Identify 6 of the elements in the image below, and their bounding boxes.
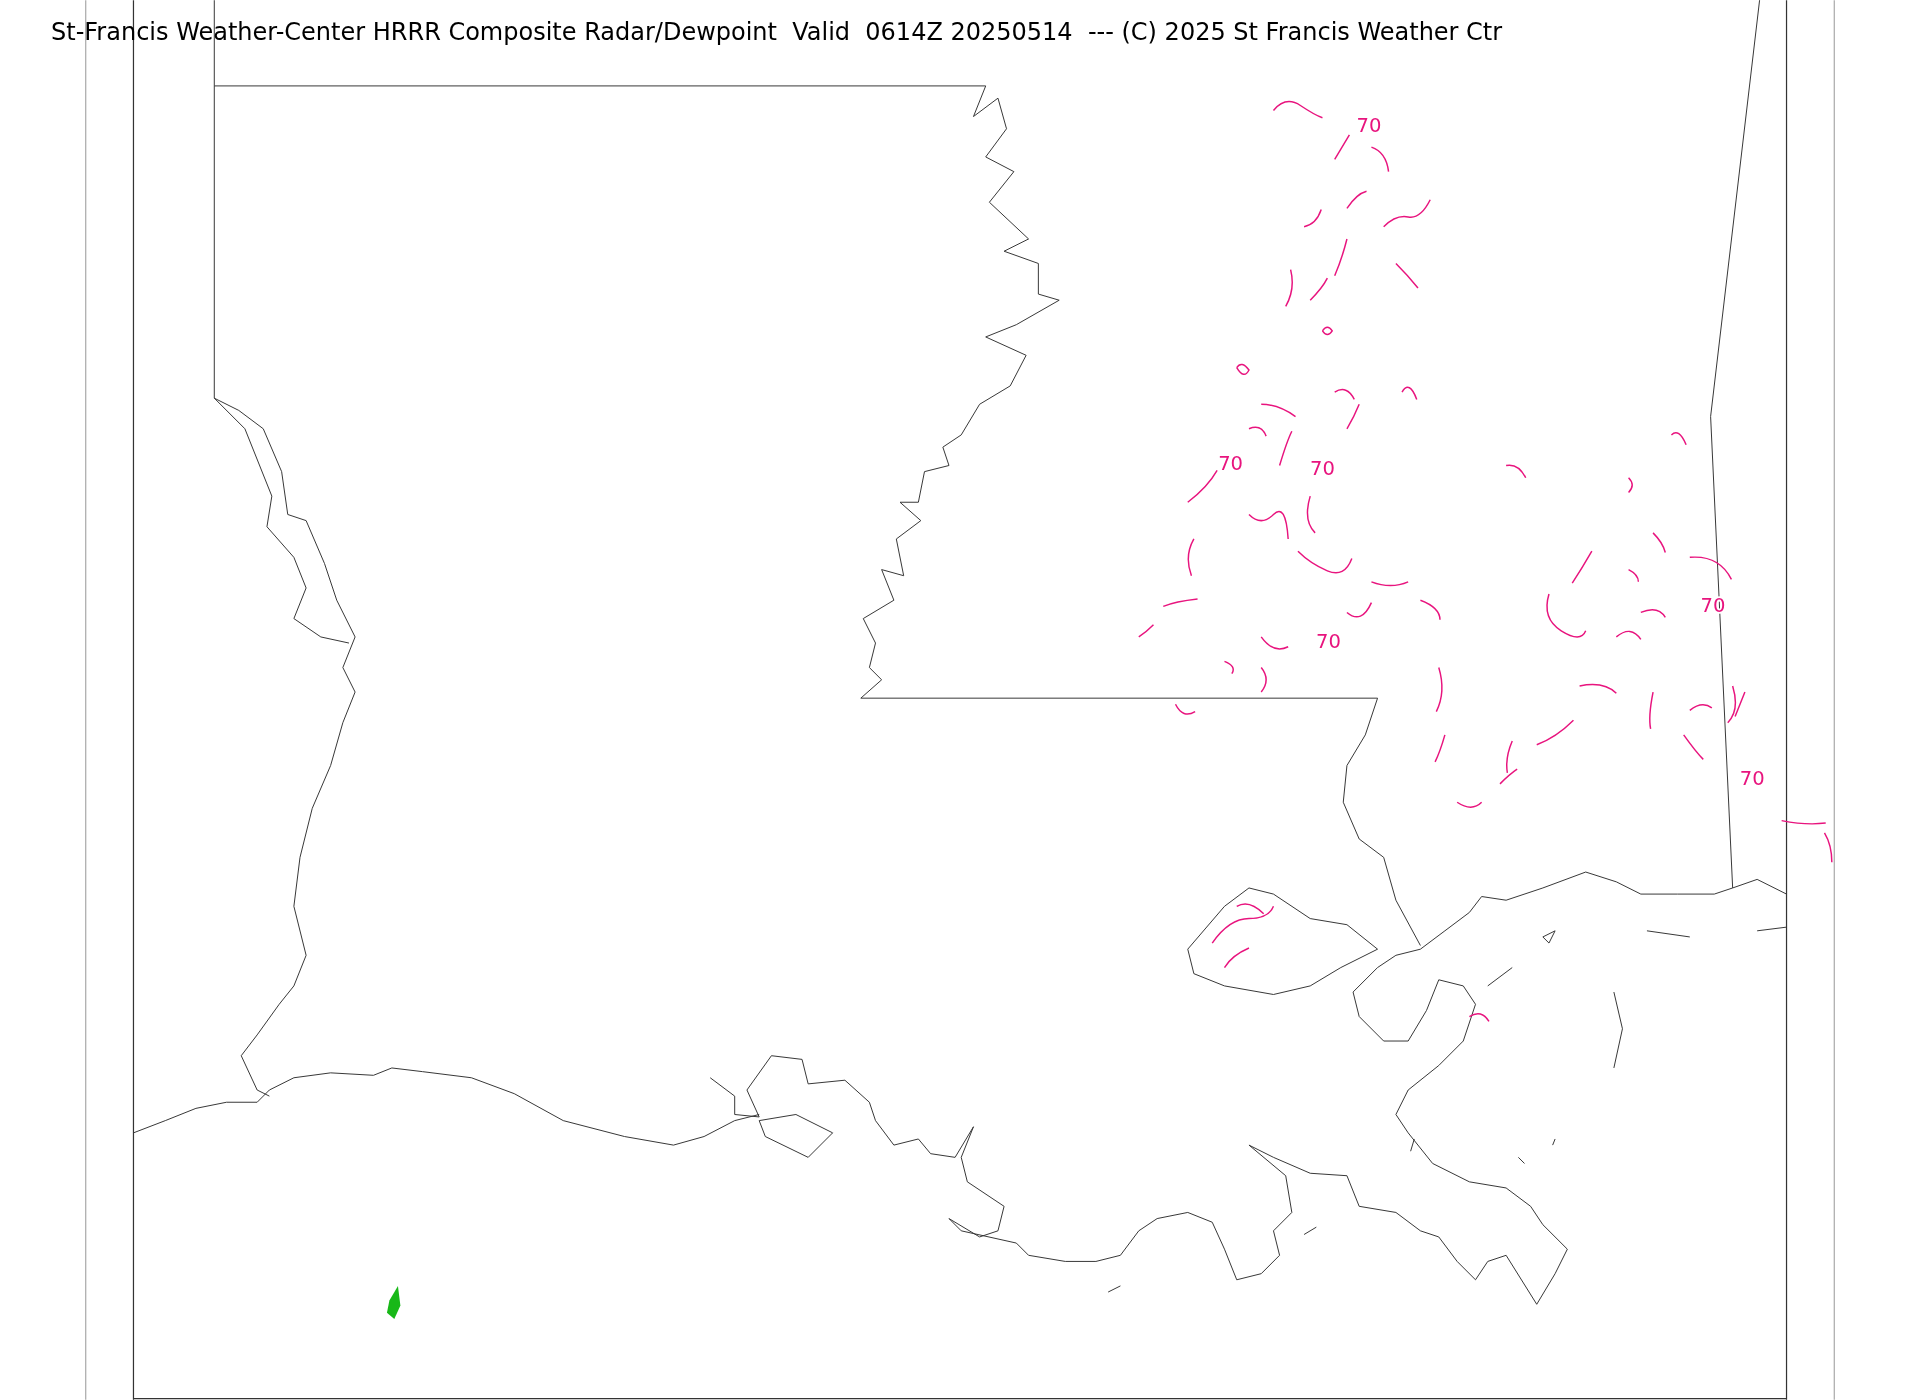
contour-label: 70	[1218, 452, 1244, 476]
contour-label: 70	[1739, 767, 1765, 791]
contour-label: 70	[1310, 457, 1335, 481]
contour-label: 70	[1316, 629, 1342, 653]
radar-echo-drawing	[386, 1285, 401, 1319]
contour-label: 70	[1356, 114, 1382, 138]
